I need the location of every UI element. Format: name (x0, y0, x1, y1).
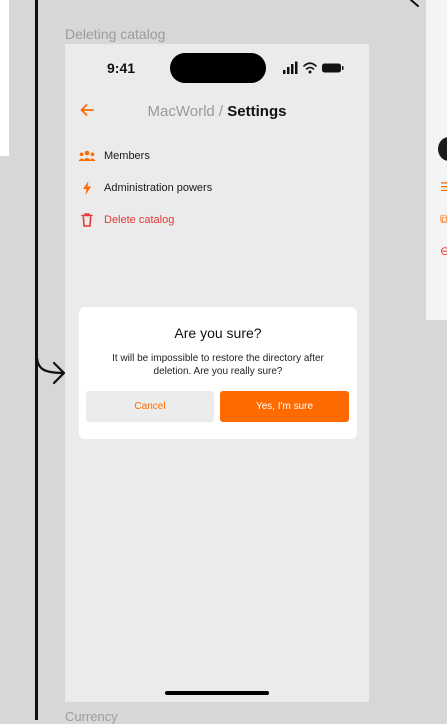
cancel-button[interactable]: Cancel (86, 391, 214, 422)
avatar (438, 137, 447, 161)
frame-title: Deleting catalog (65, 26, 166, 42)
users-icon (77, 148, 97, 164)
adjacent-frame-preview: ☰ ⧉ ⊖ (426, 0, 447, 320)
left-frame-panel (0, 0, 9, 156)
menu-item-members[interactable]: Members (77, 147, 150, 165)
home-indicator (165, 691, 269, 695)
signal-icon (283, 61, 298, 74)
menu-item-label: Delete catalog (104, 214, 175, 226)
lightning-icon (77, 180, 97, 196)
dialog-title: Are you sure? (174, 325, 262, 341)
dialog-message: It will be impossible to restore the dir… (112, 353, 324, 377)
menu-item-label: Members (104, 150, 150, 162)
menu-item-label: Administration powers (104, 182, 213, 194)
battery-icon (322, 63, 344, 73)
breadcrumb-parent[interactable]: MacWorld (148, 103, 215, 120)
breadcrumb: MacWorld / Settings (65, 103, 369, 120)
menu-item-delete-catalog[interactable]: Delete catalog (77, 211, 174, 229)
status-time: 9:41 (107, 60, 136, 76)
page-title: Settings (227, 103, 287, 120)
flow-arrow-top-icon (410, 0, 419, 7)
confirm-button[interactable]: Yes, I'm sure (220, 391, 349, 422)
menu-item-administration-powers[interactable]: Administration powers (77, 179, 212, 197)
trash-icon (77, 212, 97, 228)
wifi-icon (303, 62, 317, 70)
remove-circle-icon: ⊖ (440, 244, 447, 258)
breadcrumb-separator: / (214, 103, 228, 120)
phone-screen: 9:41 MacWorld / Settings Members Adminis… (65, 44, 369, 702)
dynamic-island (170, 53, 266, 83)
list-icon: ☰ (440, 180, 447, 194)
export-icon: ⧉ (440, 212, 447, 226)
confirm-dialog: Are you sure? It will be impossible to r… (79, 307, 357, 439)
status-icons (283, 61, 344, 74)
next-frame-label: Currency (65, 709, 118, 724)
